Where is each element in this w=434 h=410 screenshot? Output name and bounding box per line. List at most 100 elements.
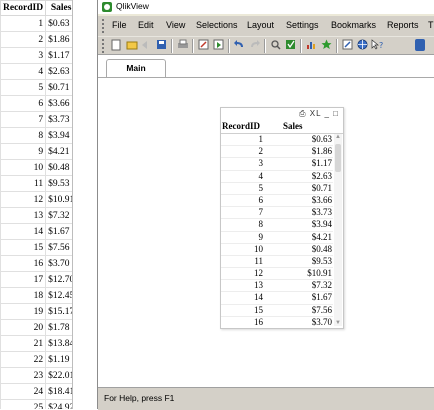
table-box-row[interactable]: 15 $7.56 — [221, 305, 333, 317]
spreadsheet-cell-sales[interactable]: $2.63 — [45, 63, 72, 80]
spreadsheet-cell-recordid[interactable]: 1 — [0, 15, 47, 32]
menu-view[interactable]: View — [166, 20, 185, 30]
table-box-row[interactable]: 4 $2.63 — [221, 171, 333, 183]
table-box-row[interactable]: 7 $3.73 — [221, 207, 333, 220]
toolbar-grip[interactable] — [102, 39, 106, 53]
spreadsheet-cell-recordid[interactable]: 4 — [0, 63, 47, 80]
table-box-cell-recordid[interactable]: 1 — [221, 134, 264, 145]
spreadsheet-cell-recordid[interactable]: 21 — [0, 335, 47, 352]
spreadsheet-cell-recordid[interactable]: 2 — [0, 31, 47, 48]
table-box-cell-sales[interactable]: $3.70 — [282, 317, 332, 326]
spreadsheet-cell-sales[interactable]: $1.17 — [45, 47, 72, 64]
edit-script-icon[interactable] — [197, 39, 210, 52]
table-box-cell-sales[interactable]: $1.17 — [282, 158, 332, 169]
table-box-cell-recordid[interactable]: 2 — [221, 146, 264, 157]
caption-icons[interactable]: ⎙ XL _ □ — [299, 109, 339, 119]
table-box-row[interactable]: 6 $3.66 — [221, 195, 333, 208]
spreadsheet-cell-sales[interactable]: $0.71 — [45, 79, 72, 96]
table-box-cell-sales[interactable]: $9.53 — [282, 256, 332, 267]
undo-icon[interactable] — [233, 39, 246, 52]
spreadsheet-cell-sales[interactable]: $9.53 — [45, 175, 72, 192]
sales-table-box[interactable]: ⎙ XL _ □ RecordID Sales 1 $0.63 2 $1.86 3 $1.… — [220, 107, 344, 329]
new-icon[interactable] — [110, 39, 123, 52]
table-box-cell-recordid[interactable]: 9 — [221, 232, 264, 243]
spreadsheet-cell-sales[interactable]: $3.66 — [45, 95, 72, 112]
toolbar-overflow-chevron-icon[interactable] — [415, 39, 425, 51]
spreadsheet-cell-sales[interactable]: $1.67 — [45, 223, 72, 240]
spreadsheet-cell-sales[interactable]: $24.92 — [45, 399, 72, 409]
table-box-cell-recordid[interactable]: 14 — [221, 292, 263, 303]
table-box-row[interactable]: 2 $1.86 — [221, 146, 333, 159]
save-icon[interactable] — [155, 39, 168, 52]
menu-tools-truncated[interactable]: T — [428, 20, 434, 30]
spreadsheet-header-recordid[interactable]: RecordID — [0, 0, 47, 16]
spreadsheet-cell-recordid[interactable]: 15 — [0, 239, 47, 256]
table-box-cell-sales[interactable]: $4.21 — [282, 232, 332, 243]
table-box-cell-sales[interactable]: $0.71 — [282, 183, 332, 194]
table-box-cell-recordid[interactable]: 6 — [221, 195, 264, 206]
menu-file[interactable]: File — [112, 20, 127, 30]
chart-icon[interactable] — [305, 39, 318, 52]
spreadsheet-cell-recordid[interactable]: 9 — [0, 143, 47, 160]
back-icon[interactable] — [140, 39, 153, 52]
table-box-row[interactable]: 10 $0.48 — [221, 244, 333, 256]
spreadsheet-cell-recordid[interactable]: 16 — [0, 255, 47, 272]
spreadsheet-cell-sales[interactable]: $7.32 — [45, 207, 72, 224]
spreadsheet-cell-sales[interactable]: $10.91 — [45, 191, 72, 208]
table-box-cell-recordid[interactable]: 15 — [221, 305, 263, 316]
bookmark-star-icon[interactable] — [320, 39, 333, 52]
spreadsheet-cell-sales[interactable]: $7.56 — [45, 239, 72, 256]
table-box-row[interactable]: 12 $10.91 — [221, 268, 333, 281]
table-box-row[interactable]: 3 $1.17 — [221, 158, 333, 171]
table-box-cell-recordid[interactable]: 7 — [221, 207, 264, 218]
spreadsheet-cell-recordid[interactable]: 20 — [0, 319, 47, 336]
table-box-row[interactable]: 14 $1.67 — [221, 292, 333, 305]
spreadsheet-cell-recordid[interactable]: 11 — [0, 175, 47, 192]
table-box-cell-recordid[interactable]: 12 — [221, 268, 263, 279]
table-box-header-recordid[interactable]: RecordID — [222, 121, 260, 131]
table-box-cell-sales[interactable]: $1.86 — [282, 146, 332, 157]
open-icon[interactable] — [125, 39, 138, 52]
menu-layout[interactable]: Layout — [247, 20, 274, 30]
spreadsheet-cell-sales[interactable]: $18.41 — [45, 383, 72, 400]
table-box-cell-sales[interactable]: $2.63 — [282, 171, 332, 182]
table-box-scrollbar[interactable]: ▲ ▼ — [334, 134, 342, 326]
spreadsheet-cell-sales[interactable]: $0.63 — [45, 15, 72, 32]
menu-grip[interactable] — [102, 19, 106, 33]
print-icon[interactable] — [176, 39, 189, 52]
spreadsheet-cell-recordid[interactable]: 24 — [0, 383, 47, 400]
table-box-header-sales[interactable]: Sales — [283, 121, 303, 131]
spreadsheet-cell-recordid[interactable]: 22 — [0, 351, 47, 368]
spreadsheet-cell-recordid[interactable]: 23 — [0, 367, 47, 384]
table-box-cell-recordid[interactable]: 8 — [221, 219, 264, 230]
menu-settings[interactable]: Settings — [286, 20, 319, 30]
spreadsheet-cell-recordid[interactable]: 3 — [0, 47, 47, 64]
reload-icon[interactable] — [212, 39, 225, 52]
search-icon[interactable] — [269, 39, 282, 52]
table-box-cell-sales[interactable]: $3.73 — [282, 207, 332, 218]
table-box-cell-sales[interactable]: $10.91 — [282, 268, 332, 279]
menu-reports[interactable]: Reports — [387, 20, 419, 30]
spreadsheet-cell-sales[interactable]: $3.73 — [45, 111, 72, 128]
menu-bookmarks[interactable]: Bookmarks — [331, 20, 376, 30]
spreadsheet-cell-recordid[interactable]: 25 — [0, 399, 47, 409]
table-box-cell-recordid[interactable]: 16 — [221, 317, 263, 326]
spreadsheet-cell-recordid[interactable]: 10 — [0, 159, 47, 176]
table-box-cell-recordid[interactable]: 13 — [221, 280, 263, 291]
spreadsheet-cell-recordid[interactable]: 14 — [0, 223, 47, 240]
scroll-thumb[interactable] — [335, 144, 341, 172]
spreadsheet-cell-recordid[interactable]: 7 — [0, 111, 47, 128]
spreadsheet-header-sales[interactable]: Sales — [45, 0, 72, 16]
spreadsheet-cell-sales[interactable]: $13.84 — [45, 335, 72, 352]
table-box-row[interactable]: 16 $3.70 — [221, 317, 333, 326]
spreadsheet-cell-recordid[interactable]: 5 — [0, 79, 47, 96]
table-box-row[interactable]: 9 $4.21 — [221, 232, 333, 244]
spreadsheet-cell-recordid[interactable]: 19 — [0, 303, 47, 320]
spreadsheet-cell-sales[interactable]: $22.01 — [45, 367, 72, 384]
table-box-cell-recordid[interactable]: 5 — [221, 183, 264, 194]
help-icon[interactable]: ? — [371, 39, 384, 52]
menu-selections[interactable]: Selections — [196, 20, 238, 30]
spreadsheet-cell-sales[interactable]: $0.48 — [45, 159, 72, 176]
table-box-row[interactable]: 13 $7.32 — [221, 280, 333, 293]
spreadsheet-cell-sales[interactable]: $3.70 — [45, 255, 72, 272]
